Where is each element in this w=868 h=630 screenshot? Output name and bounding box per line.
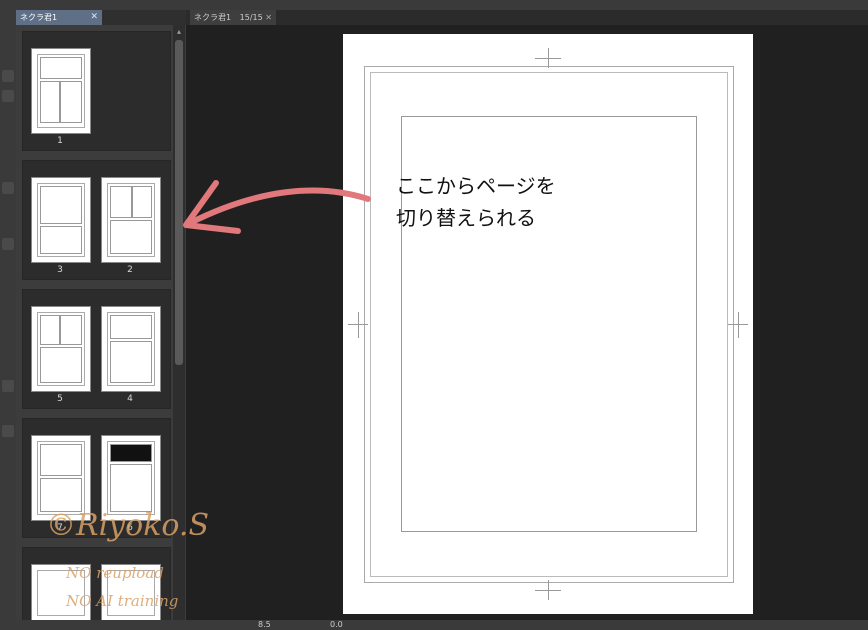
zoom-level[interactable]: 8.5: [258, 620, 271, 630]
close-icon[interactable]: ✕: [265, 10, 272, 25]
tool-strip: [0, 10, 17, 620]
page-thumbnail[interactable]: [31, 177, 91, 263]
page-spread[interactable]: 1: [22, 31, 171, 151]
page-number: 2: [127, 265, 133, 275]
arrow-icon: [183, 180, 371, 234]
tool-button[interactable]: [2, 425, 14, 437]
watermark-line-2: NO AI training: [66, 592, 179, 610]
canvas-tab-bar: [186, 10, 868, 25]
tool-button[interactable]: [2, 70, 14, 82]
page-spread[interactable]: 3 2: [22, 160, 171, 280]
page-thumbnail[interactable]: [101, 306, 161, 392]
page-manager-tab[interactable]: ネクラ君1 ✕: [16, 10, 102, 25]
watermark-line-1: NO reupload: [66, 564, 164, 582]
canvas-tab-page: 15/15: [239, 13, 263, 22]
registration-mark: [548, 580, 549, 600]
watermark-signature: ©Riyoko.S: [46, 508, 209, 543]
page-thumbnail[interactable]: [101, 177, 161, 263]
tool-button[interactable]: [2, 238, 14, 250]
page-spread[interactable]: 5 4: [22, 289, 171, 409]
close-icon[interactable]: ✕: [90, 10, 98, 25]
page-thumbnail[interactable]: [31, 306, 91, 392]
registration-mark: [358, 312, 359, 338]
panel-tab-row: [102, 10, 186, 25]
canvas-tab-label: ネクラ君1: [194, 13, 232, 22]
chevron-up-icon[interactable]: ▴: [174, 27, 184, 37]
canvas-tab[interactable]: ネクラ君1 15/15 ✕: [190, 10, 276, 25]
page-spread[interactable]: [22, 547, 171, 622]
tool-button[interactable]: [2, 90, 14, 102]
page-number: 1: [57, 136, 63, 146]
page-thumbnail[interactable]: [31, 48, 91, 134]
registration-mark: [548, 48, 549, 68]
rotation-angle[interactable]: 0.0: [330, 620, 343, 630]
status-bar: [0, 620, 868, 630]
page-manager-tab-label: ネクラ君1: [20, 13, 58, 22]
top-toolbar: [0, 0, 868, 10]
page-number: 4: [127, 394, 133, 404]
page-number: 3: [57, 265, 63, 275]
trash-icon[interactable]: [2, 182, 14, 194]
page-number: 5: [57, 394, 63, 404]
annotation-line-2: 切り替えられる: [396, 206, 536, 230]
registration-mark: [738, 312, 739, 338]
wrench-icon[interactable]: [2, 380, 14, 392]
annotation-line-1: ここからページを: [396, 174, 556, 198]
